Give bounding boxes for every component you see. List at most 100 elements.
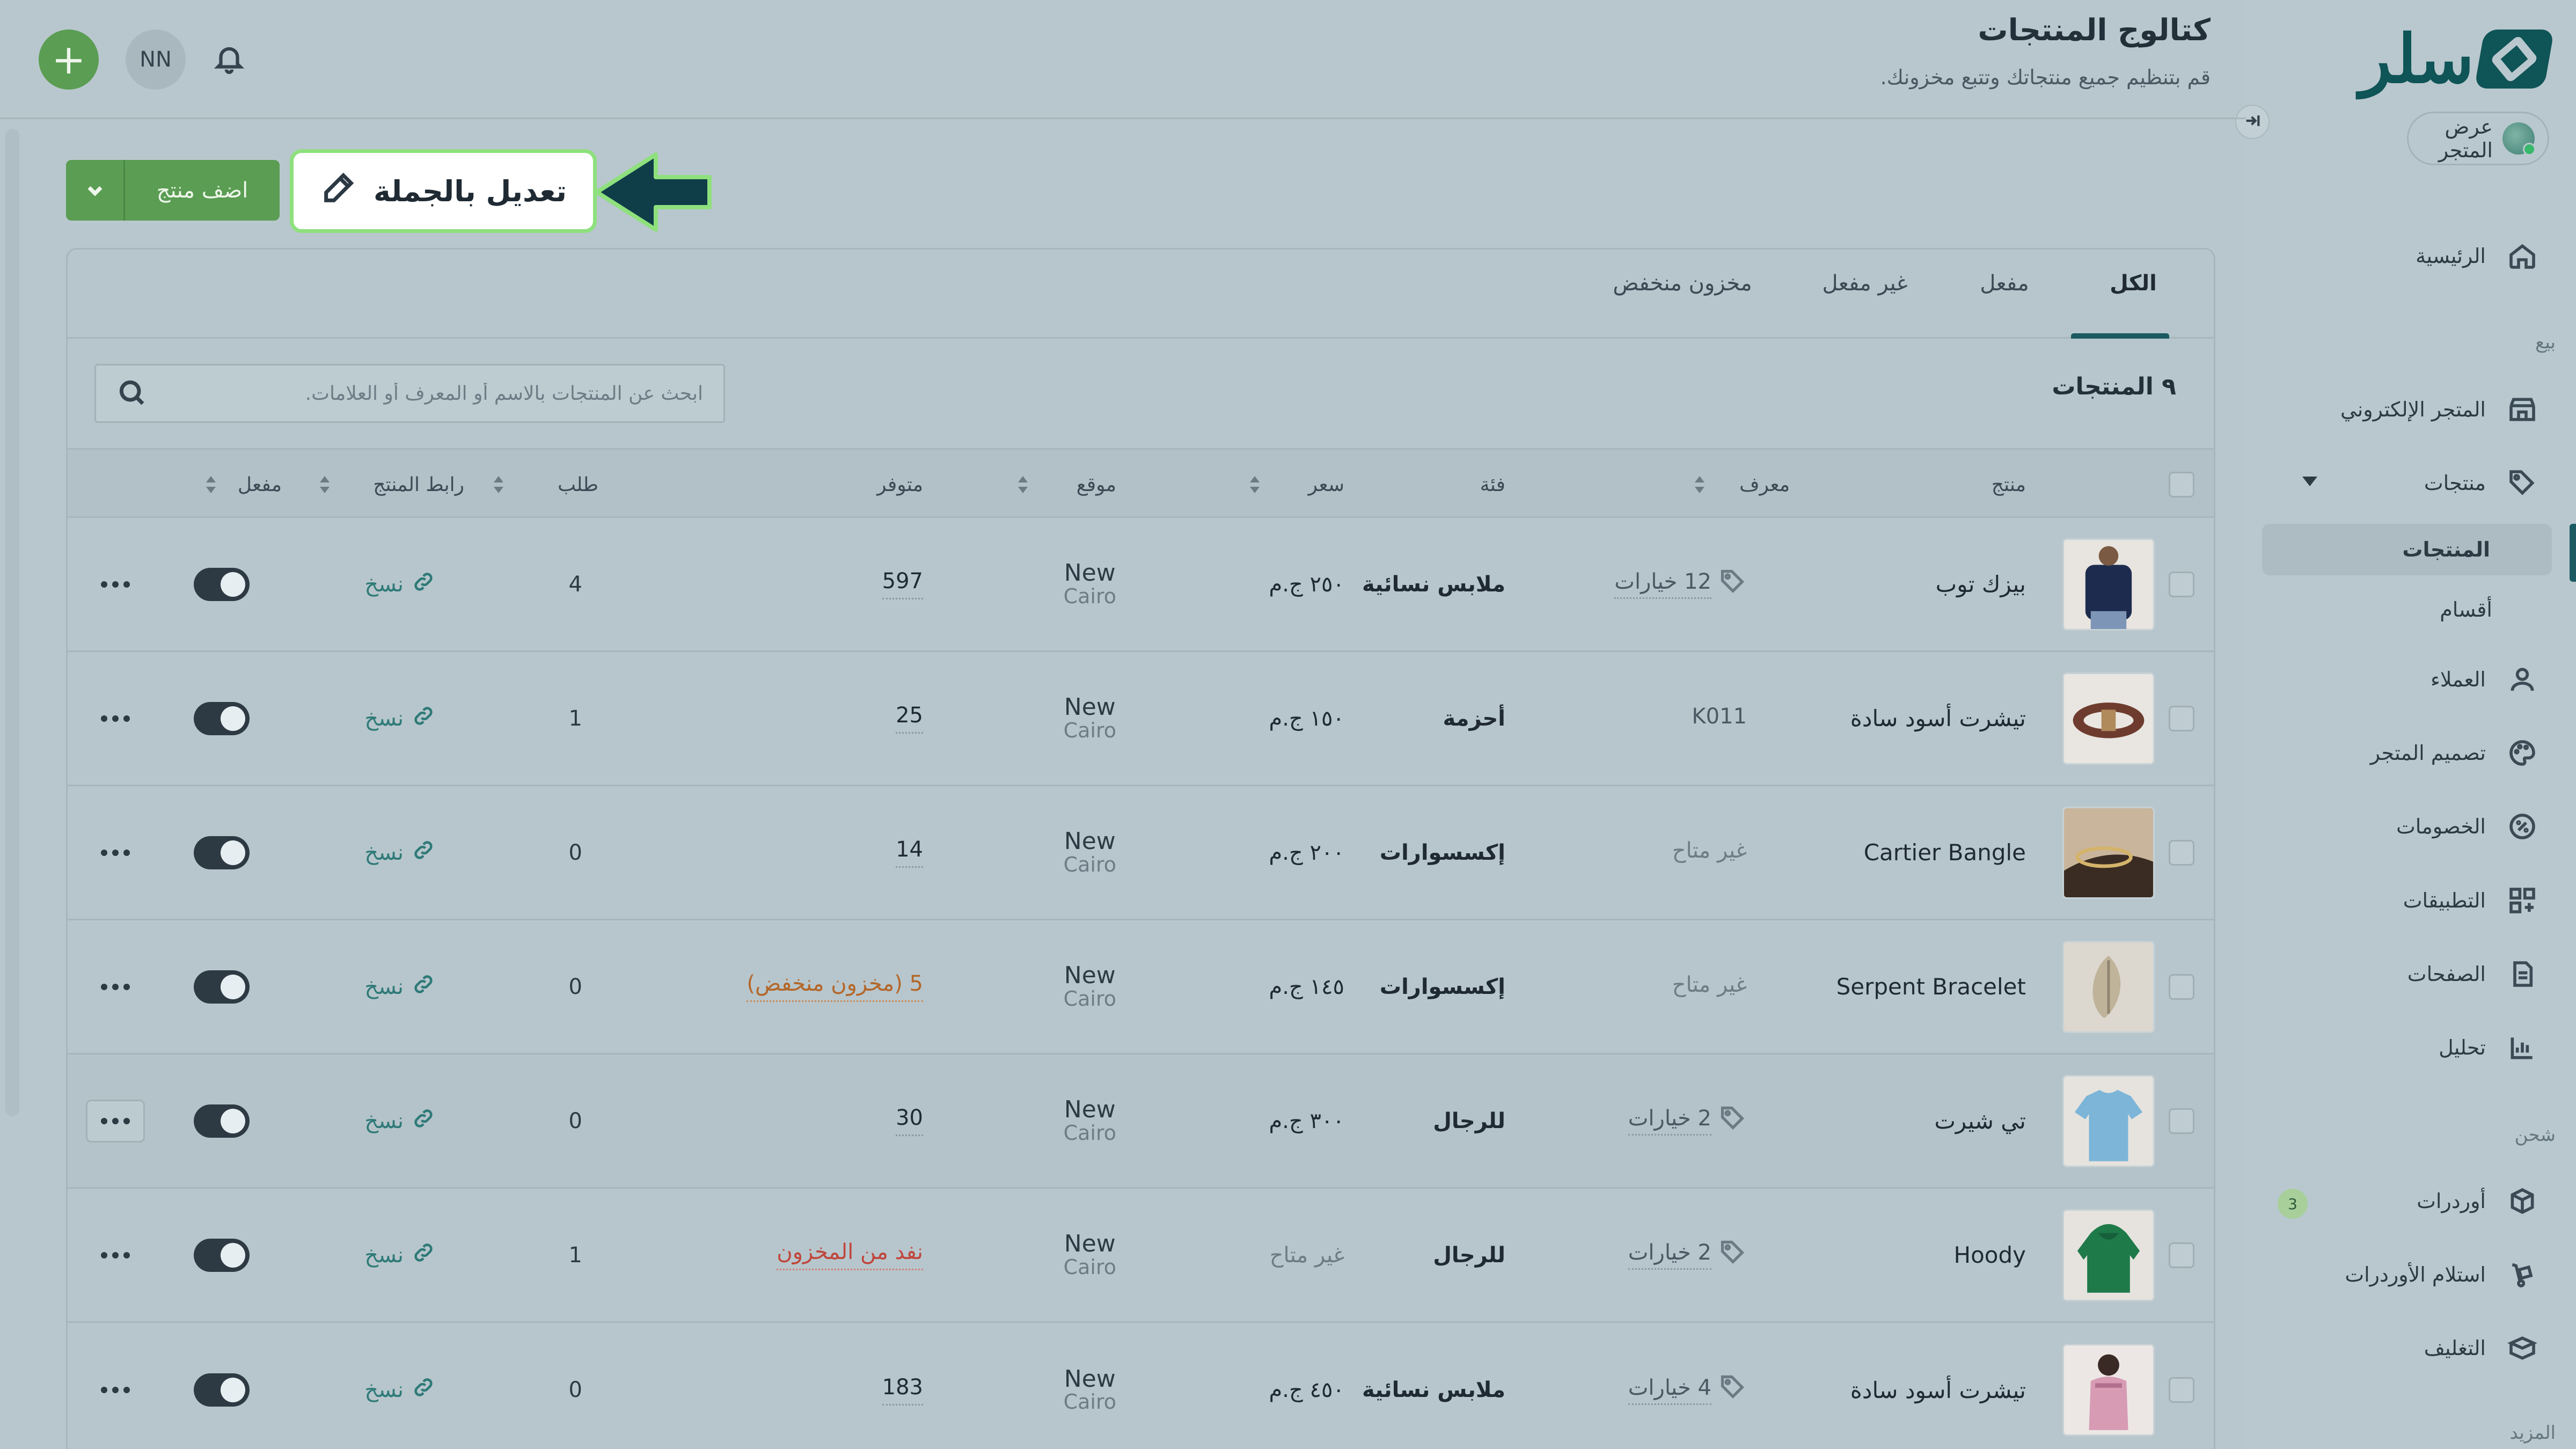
copy-link-button[interactable]: نسخ: [364, 1189, 435, 1321]
copy-link-button[interactable]: نسخ: [364, 518, 435, 650]
sort-icon[interactable]: [1018, 475, 1028, 494]
avatar[interactable]: NN: [126, 30, 186, 90]
column-header-sku[interactable]: معرف: [1694, 450, 1790, 519]
table-row[interactable]: Cartier Bangle غير متاح إكسسوارات ٢٠٠ ج.…: [68, 786, 2214, 920]
sidebar-item-online-store[interactable]: المتجر الإلكتروني: [2259, 388, 2538, 431]
row-actions-menu[interactable]: [86, 1323, 145, 1449]
table-row[interactable]: Hoody 2 خيارات للرجال غير متاح New Cairo …: [68, 1189, 2214, 1323]
column-header-enabled[interactable]: مفعل: [206, 450, 282, 519]
copy-link-button[interactable]: نسخ: [364, 786, 435, 919]
search-icon[interactable]: [116, 377, 147, 409]
table-row[interactable]: تي شيرت 2 خيارات للرجال ٣٠٠ ج.م New Cairo…: [68, 1055, 2214, 1189]
product-thumbnail[interactable]: [2062, 652, 2155, 785]
product-available[interactable]: 30: [896, 1055, 923, 1187]
table-row[interactable]: تيشرت أسود سادة 4 خيارات ملابس نسائية ٤٥…: [68, 1323, 2214, 1449]
sidebar-item-pages[interactable]: الصفحات: [2259, 953, 2538, 996]
sidebar-item-receive-orders[interactable]: استلام الأوردرات: [2259, 1253, 2538, 1296]
sidebar-subitem-products[interactable]: المنتجات: [2262, 524, 2552, 575]
product-sku[interactable]: K011: [1692, 652, 1747, 785]
sidebar-item-discounts[interactable]: الخصومات: [2259, 805, 2538, 848]
sidebar-item-customers[interactable]: العملاء: [2259, 658, 2538, 701]
product-available[interactable]: 183: [882, 1323, 923, 1449]
table-row[interactable]: تيشرت أسود سادة K011 أحزمة ١٥٠ ج.م New Ca…: [68, 652, 2214, 786]
select-all-checkbox[interactable]: [2169, 450, 2194, 519]
product-name[interactable]: Hoody: [1954, 1189, 2026, 1321]
product-available[interactable]: 597: [882, 518, 923, 650]
copy-link-button[interactable]: نسخ: [364, 1323, 435, 1449]
product-options[interactable]: 4 خيارات: [1628, 1323, 1747, 1449]
sidebar-subitem-categories[interactable]: أقسام: [2308, 584, 2512, 635]
enabled-toggle[interactable]: [194, 920, 250, 1053]
add-product-button[interactable]: اضف منتج: [66, 160, 280, 221]
row-checkbox[interactable]: [2169, 920, 2194, 1053]
sort-icon[interactable]: [319, 475, 330, 494]
product-options[interactable]: 2 خيارات: [1628, 1055, 1747, 1187]
sort-icon[interactable]: [1249, 475, 1260, 494]
row-actions-menu[interactable]: [86, 518, 145, 650]
product-available-out-of-stock[interactable]: نفد من المخزون: [777, 1189, 923, 1321]
copy-link-button[interactable]: نسخ: [364, 652, 435, 785]
sidebar-item-apps[interactable]: التطبيقات: [2259, 879, 2538, 922]
sidebar-item-packaging[interactable]: التغليف: [2259, 1327, 2538, 1370]
row-checkbox[interactable]: [2169, 652, 2194, 785]
sidebar-item-analytics[interactable]: تحليل: [2259, 1026, 2538, 1069]
tab-enabled[interactable]: مفعل: [1967, 271, 2042, 335]
copy-link-button[interactable]: نسخ: [364, 1055, 435, 1187]
enabled-toggle[interactable]: [194, 786, 250, 919]
product-options[interactable]: 2 خيارات: [1628, 1189, 1747, 1321]
row-actions-menu[interactable]: [86, 786, 145, 919]
page-scrollbar[interactable]: [5, 129, 19, 1116]
column-header-product-link[interactable]: رابط المنتج: [319, 450, 464, 519]
brand-logo[interactable]: سلر: [2360, 20, 2555, 98]
row-actions-menu[interactable]: [86, 1055, 145, 1187]
row-checkbox[interactable]: [2169, 786, 2194, 919]
product-name[interactable]: تي شيرت: [1934, 1055, 2026, 1187]
tab-all[interactable]: الكل: [2101, 271, 2165, 335]
enabled-toggle[interactable]: [194, 652, 250, 785]
sidebar-item-products[interactable]: منتجات: [2259, 462, 2538, 504]
product-thumbnail[interactable]: [2062, 920, 2155, 1053]
column-header-location[interactable]: موقع: [1018, 450, 1116, 519]
enabled-toggle[interactable]: [194, 1323, 250, 1449]
row-checkbox[interactable]: [2169, 1055, 2194, 1187]
product-thumbnail[interactable]: [2062, 1189, 2155, 1321]
product-thumbnail[interactable]: [2062, 1055, 2155, 1187]
row-actions-menu[interactable]: [86, 652, 145, 785]
product-thumbnail[interactable]: [2062, 518, 2155, 650]
notifications-button[interactable]: [213, 42, 246, 77]
bulk-edit-button[interactable]: تعديل بالجملة: [290, 149, 597, 233]
enabled-toggle[interactable]: [194, 1189, 250, 1321]
row-actions-menu[interactable]: [86, 1189, 145, 1321]
add-product-dropdown-toggle[interactable]: [66, 160, 125, 221]
product-options[interactable]: 12 خيارات: [1614, 518, 1747, 650]
table-row[interactable]: بيزك توب 12 خيارات ملابس نسائية ٢٥٠ ج.م …: [68, 518, 2214, 652]
product-name[interactable]: بيزك توب: [1936, 518, 2026, 650]
tab-disabled[interactable]: غير مفعل: [1811, 271, 1919, 335]
row-actions-menu[interactable]: [86, 920, 145, 1053]
product-name[interactable]: تيشرت أسود سادة: [1850, 1323, 2026, 1449]
row-checkbox[interactable]: [2169, 1189, 2194, 1321]
product-available[interactable]: 25: [896, 652, 923, 785]
enabled-toggle[interactable]: [194, 1055, 250, 1187]
sort-icon[interactable]: [493, 475, 504, 494]
quick-add-button[interactable]: +: [39, 30, 99, 90]
product-available-low-stock[interactable]: 5 (مخزون منخفض): [747, 920, 923, 1053]
row-checkbox[interactable]: [2169, 1323, 2194, 1449]
search-input[interactable]: [163, 382, 703, 405]
product-name[interactable]: Cartier Bangle: [1864, 786, 2026, 919]
sidebar-item-store-design[interactable]: تصميم المتجر: [2259, 731, 2538, 774]
chevron-down-icon[interactable]: [2302, 477, 2317, 486]
table-row[interactable]: Serpent Bracelet غير متاح إكسسوارات ١٤٥ …: [68, 920, 2214, 1055]
tab-low-stock[interactable]: مخزون منخفض: [1602, 271, 1763, 335]
product-thumbnail[interactable]: [2062, 786, 2155, 919]
sidebar-item-home[interactable]: الرئيسية: [2259, 235, 2538, 277]
column-header-orders[interactable]: طلب: [493, 450, 598, 519]
copy-link-button[interactable]: نسخ: [364, 920, 435, 1053]
product-thumbnail[interactable]: [2062, 1323, 2155, 1449]
product-name[interactable]: Serpent Bracelet: [1836, 920, 2026, 1053]
column-header-price[interactable]: سعر: [1249, 450, 1344, 519]
product-available[interactable]: 14: [896, 786, 923, 919]
sort-icon[interactable]: [206, 475, 216, 494]
enabled-toggle[interactable]: [194, 518, 250, 650]
product-name[interactable]: تيشرت أسود سادة: [1850, 652, 2026, 785]
